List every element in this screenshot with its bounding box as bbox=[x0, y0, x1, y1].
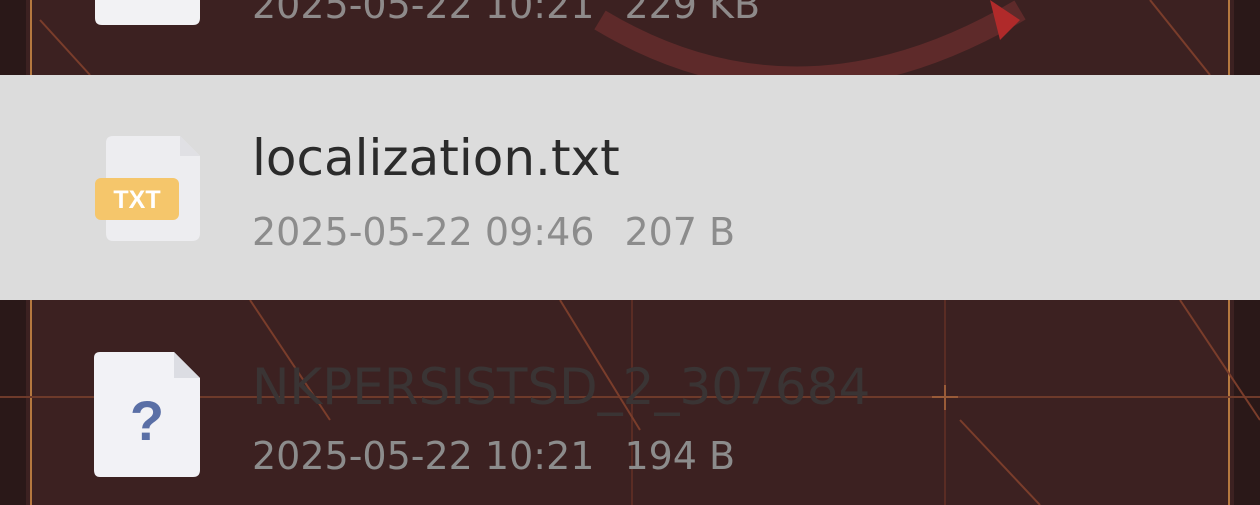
file-name: NKPERSISTSD_2_307684 bbox=[252, 358, 871, 416]
file-list-item-selected[interactable]: TXT localization.txt 2025-05-22 09:46 207… bbox=[0, 75, 1260, 300]
txt-badge-label: TXT bbox=[113, 186, 160, 214]
file-date: 2025-05-22 10:21 bbox=[252, 434, 595, 478]
file-date: 2025-05-22 09:46 bbox=[252, 210, 595, 254]
file-date: 2025-05-22 10:21 bbox=[252, 0, 595, 27]
file-list-item[interactable]: 2025-05-22 10:21 229 KB bbox=[0, 0, 1260, 75]
file-meta: 2025-05-22 10:21 194 B bbox=[252, 437, 735, 475]
file-meta: 2025-05-22 09:46 207 B bbox=[252, 213, 735, 251]
file-list-screen: 2025-05-22 10:21 229 KB TXT localization.… bbox=[0, 0, 1260, 505]
txt-file-icon: TXT bbox=[95, 135, 205, 249]
file-list-item[interactable]: ? NKPERSISTSD_2_307684 2025-05-22 10:21 1… bbox=[0, 300, 1260, 505]
file-size: 194 B bbox=[624, 434, 736, 478]
unknown-file-icon: ? bbox=[94, 352, 200, 481]
file-meta: 2025-05-22 10:21 229 KB bbox=[252, 0, 760, 24]
blank-file-icon bbox=[95, 0, 200, 29]
file-name: localization.txt bbox=[252, 129, 620, 187]
file-size: 207 B bbox=[624, 210, 736, 254]
question-mark-glyph: ? bbox=[130, 389, 164, 452]
file-size: 229 KB bbox=[624, 0, 761, 27]
